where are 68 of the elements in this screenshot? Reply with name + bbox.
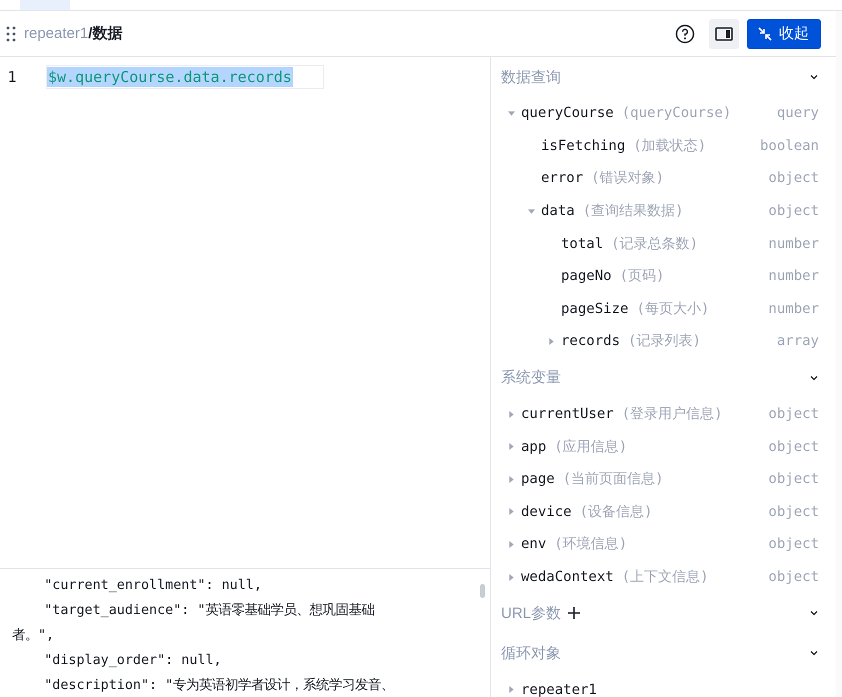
variable-name[interactable]: isFetching (541, 138, 626, 154)
variable-name[interactable]: device (521, 504, 572, 520)
help-icon[interactable] (675, 24, 695, 44)
variable-description: (登录用户信息) (622, 405, 723, 424)
triangle-right-icon[interactable] (508, 476, 515, 483)
json-line: "description": "专为英语初学者设计，系统学习发音、 (43, 676, 396, 695)
drag-handle-icon[interactable] (6, 26, 16, 42)
variable-description: (queryCourse) (622, 105, 732, 122)
variable-type: object (768, 504, 819, 520)
variable-type: object (768, 536, 819, 552)
triangle-right-icon[interactable] (508, 574, 515, 581)
variable-description: (记录总条数) (611, 234, 698, 253)
variable-type: object (768, 569, 819, 586)
variable-description: (每页大小) (636, 300, 710, 318)
variable-name[interactable]: data (541, 203, 575, 220)
add-icon[interactable] (567, 606, 582, 620)
variable-name[interactable]: pageSize (561, 300, 628, 317)
variable-name[interactable]: wedaContext (521, 569, 614, 586)
variable-description: (加载状态) (633, 136, 706, 155)
triangle-right-icon[interactable] (508, 443, 515, 450)
variable-type: object (768, 203, 819, 220)
breadcrumb-current: /数据 (88, 24, 122, 43)
scrollbar-thumb[interactable] (480, 584, 485, 598)
variable-description: (环境信息) (554, 535, 628, 554)
collapse-button[interactable]: 收起 (747, 18, 821, 48)
variable-description: (设备信息) (580, 502, 652, 521)
triangle-down-icon[interactable] (508, 110, 515, 117)
variable-description: (查询结果数据) (582, 202, 684, 220)
variable-type: number (768, 300, 819, 317)
variable-name[interactable]: currentUser (521, 406, 614, 422)
variable-type: array (776, 333, 819, 350)
json-line: 者。", (11, 627, 56, 645)
sidebar-panel-icon (715, 26, 733, 40)
variable-name[interactable]: total (561, 236, 604, 252)
triangle-right-icon[interactable] (508, 508, 515, 516)
variable-description: (错误对象) (591, 169, 664, 188)
variable-name[interactable]: page (521, 471, 555, 488)
line-number: 1 (6, 68, 18, 86)
shrink-arrows-icon (757, 26, 773, 42)
variable-type: boolean (760, 138, 819, 154)
variable-type: object (768, 170, 819, 186)
variable-name[interactable]: repeater1 (521, 682, 597, 697)
variable-type: object (768, 438, 819, 455)
triangle-right-icon[interactable] (508, 410, 515, 418)
triangle-down-icon[interactable] (528, 208, 535, 215)
json-line: "current_enrollment": null, (43, 577, 263, 595)
variable-type: object (768, 471, 819, 488)
variable-name[interactable]: error (541, 170, 584, 186)
variable-name[interactable]: pageNo (561, 268, 612, 284)
variable-description: (应用信息) (554, 438, 628, 456)
variable-name[interactable]: records (561, 333, 620, 350)
variable-type: number (768, 268, 819, 284)
variable-type: object (768, 406, 819, 422)
variable-name[interactable]: app (521, 438, 546, 455)
variable-name[interactable]: queryCourse (521, 105, 614, 122)
json-line: "display_order": null, (43, 652, 223, 670)
variable-description: (当前页面信息) (562, 470, 664, 488)
triangle-right-icon[interactable] (548, 338, 555, 345)
variable-type: number (768, 236, 819, 252)
json-line: "target_audience": "英语零基础学员、想巩固基础 (43, 602, 376, 620)
panel-toggle-button[interactable] (709, 18, 739, 48)
triangle-right-icon[interactable] (508, 540, 515, 548)
variable-description: (记录列表) (628, 332, 701, 350)
variable-description: (页码) (620, 267, 664, 286)
variable-description: (上下文信息) (622, 568, 709, 586)
variable-type: query (776, 105, 819, 122)
triangle-right-icon[interactable] (508, 686, 515, 694)
variable-name[interactable]: env (521, 536, 546, 552)
